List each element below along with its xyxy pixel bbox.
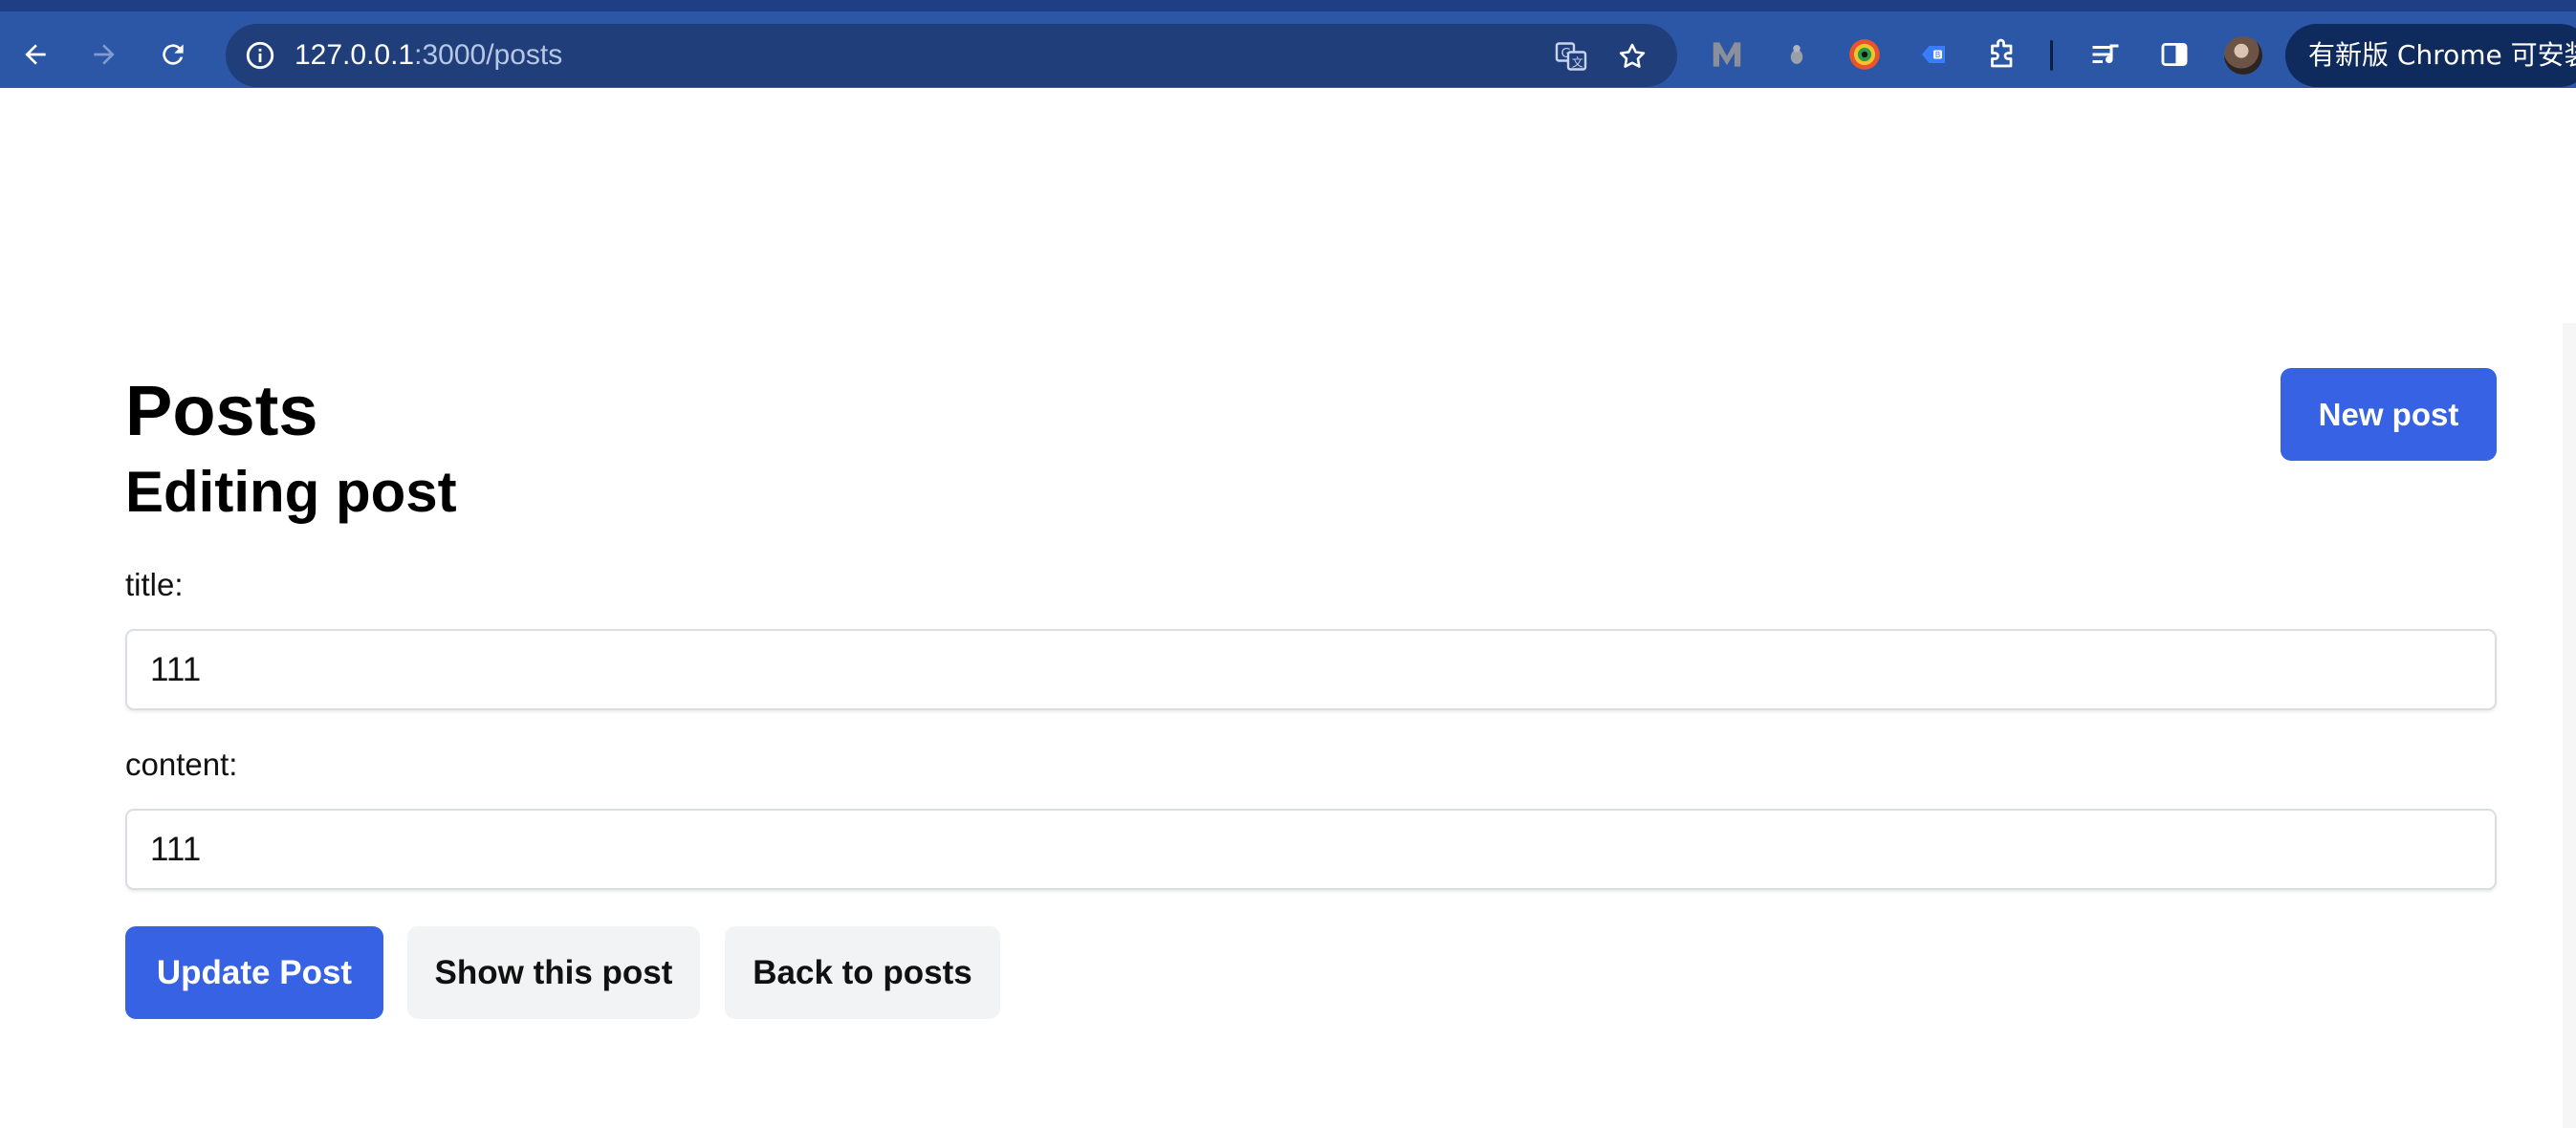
scrollbar-track[interactable] bbox=[2563, 323, 2576, 1128]
new-post-button[interactable]: New post bbox=[2281, 368, 2497, 461]
forward-arrow-icon[interactable] bbox=[82, 33, 126, 76]
translate-icon[interactable]: G文 bbox=[1551, 36, 1591, 76]
svg-text:B: B bbox=[1935, 50, 1941, 59]
reload-icon[interactable] bbox=[151, 33, 195, 76]
editing-heading: Editing post bbox=[125, 460, 457, 524]
bookmark-star-icon[interactable] bbox=[1612, 36, 1652, 76]
toolbar-divider bbox=[2050, 40, 2053, 71]
show-post-button[interactable]: Show this post bbox=[407, 926, 700, 1019]
page-title: Posts bbox=[125, 371, 318, 450]
site-info-icon[interactable] bbox=[241, 36, 279, 75]
update-post-button[interactable]: Update Post bbox=[125, 926, 383, 1019]
chrome-update-label: 有新版 Chrome 可安装 bbox=[2308, 39, 2576, 71]
url-path: :3000/posts bbox=[414, 39, 563, 71]
extensions-puzzle-icon[interactable] bbox=[1982, 34, 2022, 75]
chrome-update-button[interactable]: 有新版 Chrome 可安装 bbox=[2285, 24, 2576, 87]
title-label: title: bbox=[125, 567, 184, 602]
content-label: content: bbox=[125, 747, 238, 782]
svg-text:文: 文 bbox=[1572, 55, 1583, 70]
browser-toolbar: 127.0.0.1:3000/posts G文 B 有新版 Chrome 可安装 bbox=[0, 0, 2576, 88]
side-panel-icon[interactable] bbox=[2154, 34, 2194, 75]
profile-avatar[interactable] bbox=[2224, 36, 2262, 75]
url-text[interactable]: 127.0.0.1:3000/posts bbox=[295, 39, 562, 72]
title-input[interactable]: 111 bbox=[125, 629, 2497, 710]
url-host: 127.0.0.1 bbox=[295, 39, 415, 71]
content-input[interactable]: 111 bbox=[125, 809, 2497, 890]
extension-m-icon[interactable] bbox=[1707, 34, 1747, 75]
extension-eye-icon[interactable] bbox=[1845, 34, 1885, 75]
back-arrow-icon[interactable] bbox=[13, 33, 57, 76]
page-content: Posts New post Editing post title: 111 c… bbox=[0, 88, 2576, 1128]
back-to-posts-button[interactable]: Back to posts bbox=[725, 926, 1000, 1019]
address-bar[interactable]: 127.0.0.1:3000/posts G文 bbox=[226, 24, 1677, 87]
extension-tag-icon[interactable]: B bbox=[1913, 34, 1954, 75]
reading-list-icon[interactable] bbox=[2085, 34, 2126, 75]
extension-bell-icon[interactable] bbox=[1777, 34, 1817, 75]
